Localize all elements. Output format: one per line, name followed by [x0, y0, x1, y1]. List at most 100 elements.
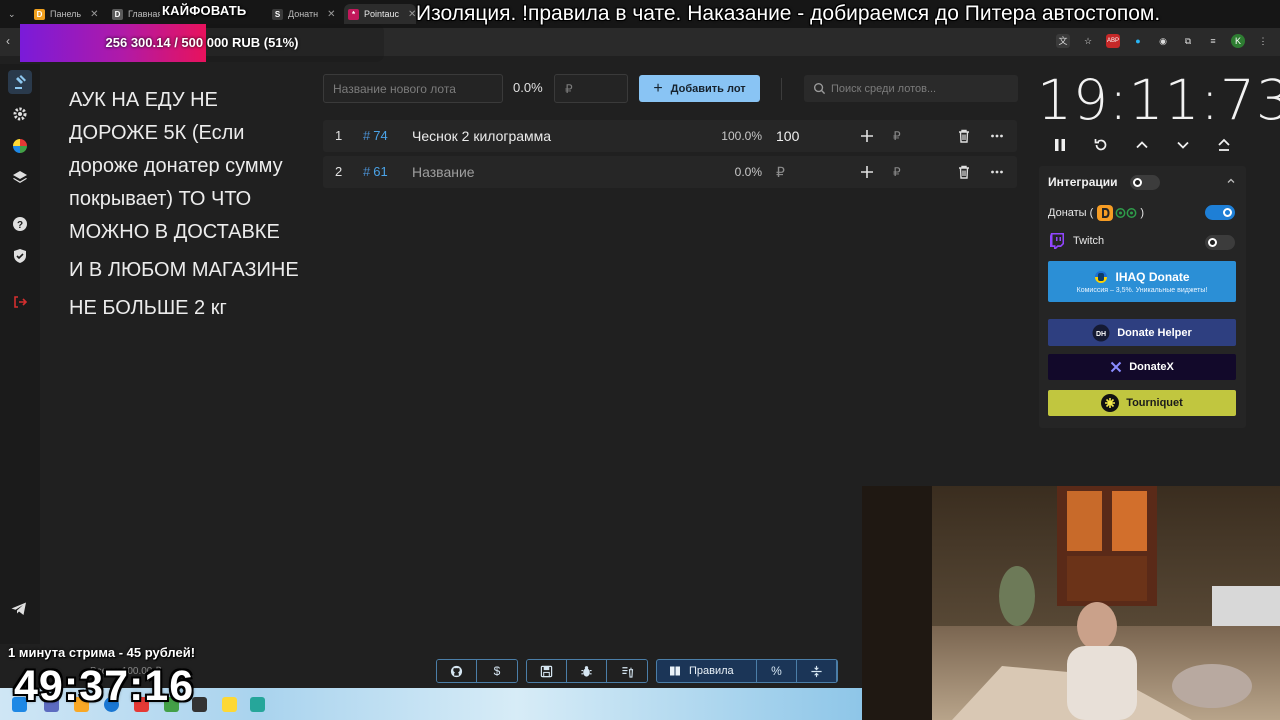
bottom-toolbar: $ Правила %: [436, 659, 838, 683]
browser-tab[interactable]: D Главная: [108, 4, 160, 24]
extension-icon[interactable]: ●: [1131, 34, 1145, 48]
close-icon[interactable]: ✕: [408, 9, 416, 20]
percent-icon[interactable]: %: [757, 660, 797, 682]
lot-title[interactable]: Чеснок 2 килограмма: [412, 120, 551, 152]
ihaq-subtitle: Комиссия – 3,5%. Уникальные виджеты!: [1076, 286, 1208, 294]
more-icon[interactable]: [989, 164, 1005, 180]
reset-icon[interactable]: [1091, 134, 1111, 156]
playlist-icon[interactable]: ≡: [1206, 34, 1220, 48]
tab-list-button[interactable]: ⌄: [4, 4, 24, 24]
ihaq-donate-button[interactable]: IHAQ Donate Комиссия – 3,5%. Уникальные …: [1048, 261, 1236, 302]
telegram-icon[interactable]: [10, 600, 28, 618]
search-icon: [813, 82, 826, 95]
taskbar-app-icon[interactable]: [250, 697, 265, 712]
help-icon[interactable]: ?: [8, 212, 32, 236]
lot-id: 61: [373, 164, 388, 179]
lot-title[interactable]: Название: [412, 156, 475, 188]
auction-rules: АУК НА ЕДУ НЕ ДОРОЖЕ 5К (Если дороже дон…: [69, 84, 309, 330]
save-icon[interactable]: [527, 660, 567, 682]
rules-paragraph: И В ЛЮБОМ МАГАЗИНЕ: [69, 259, 299, 281]
new-lot-name-input[interactable]: [323, 74, 503, 103]
twitch-text: Twitch: [1073, 235, 1105, 247]
shield-icon[interactable]: [8, 244, 32, 268]
donations-text-close: ): [1140, 207, 1144, 219]
puzzle-icon[interactable]: ⧉: [1181, 34, 1195, 48]
pause-icon[interactable]: [1050, 134, 1070, 156]
split-icon[interactable]: [797, 660, 837, 682]
timer-controls: [1040, 134, 1244, 156]
lot-percent: 100.0%: [721, 129, 762, 143]
trash-icon[interactable]: [956, 164, 972, 180]
lot-id-link[interactable]: #74: [363, 120, 388, 152]
browser-extensions: 文 ☆ ABP ● ◉ ⧉ ≡ K ⋮: [1056, 34, 1270, 48]
logout-icon[interactable]: [8, 290, 32, 314]
bug-icon[interactable]: [567, 660, 607, 682]
browser-tab-active[interactable]: * Pointauc ✕: [344, 4, 416, 24]
lock-icon[interactable]: [222, 697, 237, 712]
trash-icon[interactable]: [956, 128, 972, 144]
lot-amount[interactable]: 100: [776, 120, 799, 152]
currency-symbol: ₽: [893, 165, 901, 179]
donate-helper-button[interactable]: DH Donate Helper: [1048, 319, 1236, 346]
terminal-icon[interactable]: [192, 697, 207, 712]
app-sidebar: ?: [0, 64, 40, 644]
layers-icon[interactable]: [8, 166, 32, 190]
rules-label: Правила: [689, 665, 734, 677]
github-icon[interactable]: [437, 660, 477, 682]
auction-icon[interactable]: [8, 70, 32, 94]
gear-icon[interactable]: [8, 102, 32, 126]
integrations-toggle[interactable]: [1130, 175, 1160, 190]
tab-favicon-icon: D: [34, 8, 45, 20]
ihaq-logo-icon: [1095, 270, 1108, 283]
menu-icon[interactable]: ⋮: [1256, 34, 1270, 48]
lot-search: [804, 75, 1018, 102]
translate-icon[interactable]: 文: [1056, 34, 1070, 48]
ihaq-name: IHAQ Donate: [1115, 269, 1190, 284]
rules-group: Правила %: [656, 659, 838, 683]
back-icon[interactable]: ‹: [6, 34, 10, 48]
star-icon[interactable]: ☆: [1081, 34, 1095, 48]
chevron-up-icon[interactable]: [1132, 134, 1152, 156]
browser-tab[interactable]: S Донатн ✕: [268, 4, 340, 24]
add-lot-button[interactable]: + Добавить лот: [639, 75, 760, 102]
donations-text: Донаты (: [1048, 207, 1094, 219]
add-amount-icon[interactable]: [859, 164, 875, 180]
lot-row: 1 #74 Чеснок 2 килограмма 100.0% 100 ₽: [323, 120, 1017, 152]
close-icon[interactable]: ✕: [90, 9, 98, 20]
chevron-up-icon[interactable]: [1226, 176, 1236, 186]
new-lot-percent: 0.0%: [513, 80, 543, 95]
double-up-icon[interactable]: [1214, 134, 1234, 156]
tab-favicon-icon: *: [348, 8, 359, 20]
profile-icon[interactable]: K: [1231, 34, 1245, 48]
clear-list-icon[interactable]: [607, 660, 647, 682]
add-amount-icon[interactable]: [859, 128, 875, 144]
currency-symbol: ₽: [893, 129, 901, 143]
chevron-down-icon[interactable]: [1173, 134, 1193, 156]
wheel-icon[interactable]: [8, 134, 32, 158]
close-icon[interactable]: ✕: [327, 9, 335, 20]
twitch-icon: [1050, 233, 1064, 249]
book-icon: [670, 666, 680, 676]
plus-icon: +: [653, 79, 663, 97]
donations-toggle[interactable]: [1205, 205, 1235, 220]
lot-id-link[interactable]: #61: [363, 156, 388, 188]
rules-button[interactable]: Правила: [657, 660, 757, 682]
browser-tab[interactable]: D Панель ✕: [30, 4, 100, 24]
donate-helper-label: Donate Helper: [1117, 326, 1192, 339]
twitch-toggle[interactable]: [1205, 235, 1235, 250]
search-input[interactable]: [831, 75, 1016, 102]
screen: ⌄ D Панель ✕ D Главная S Донатн ✕ * Poin…: [0, 0, 1280, 720]
donatex-button[interactable]: DonateX: [1048, 354, 1236, 380]
tourniquet-button[interactable]: Tourniquet: [1048, 390, 1236, 416]
svg-text:?: ?: [17, 220, 23, 231]
lot-row: 2 #61 Название 0.0% ₽ ₽: [323, 156, 1017, 188]
tourniquet-logo-icon: [1101, 394, 1120, 412]
abp-icon[interactable]: ABP: [1106, 34, 1120, 48]
rules-paragraph: АУК НА ЕДУ НЕ ДОРОЖЕ 5К (Если дороже дон…: [69, 89, 283, 243]
donatex-label: DonateX: [1129, 361, 1174, 373]
lot-amount[interactable]: ₽: [776, 156, 785, 188]
more-icon[interactable]: [989, 128, 1005, 144]
new-lot-amount-input[interactable]: [554, 74, 628, 103]
extension-icon[interactable]: ◉: [1156, 34, 1170, 48]
dollar-icon[interactable]: $: [477, 660, 517, 682]
